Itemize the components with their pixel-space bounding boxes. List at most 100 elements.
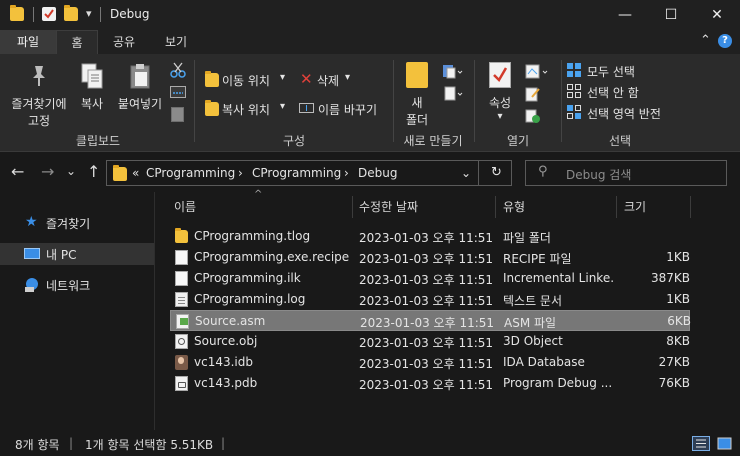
breadcrumb-separator-icon: › xyxy=(238,166,243,180)
navigation-pane: ★ 즐겨찾기 내 PC 네트워크 xyxy=(0,192,155,430)
address-dropdown-icon[interactable]: ⌄ xyxy=(461,166,471,180)
search-box[interactable]: ⚲ Debug 검색 xyxy=(525,160,727,186)
easy-access-button[interactable] xyxy=(442,86,464,102)
copy-folder-icon xyxy=(205,100,219,116)
title-bar: ▾ Debug — ☐ ✕ xyxy=(0,0,740,30)
invert-selection-button[interactable]: 선택 영역 반전 xyxy=(567,104,735,122)
pin-to-quick-access-button[interactable]: 즐겨찾기에 고정 xyxy=(6,62,72,129)
file-row[interactable]: Source.obj 2023-01-03 오후 11:51 3D Object… xyxy=(170,331,690,352)
move-folder-icon xyxy=(205,71,219,87)
properties-dropdown-icon: ▾ xyxy=(497,111,503,122)
recent-locations-icon[interactable]: ⌄ xyxy=(66,164,76,178)
edit-button[interactable] xyxy=(525,86,541,102)
file-date: 2023-01-03 오후 11:51 xyxy=(359,294,494,308)
file-row-selected[interactable]: Source.asm 2023-01-03 오후 11:51 ASM 파일 6K… xyxy=(170,310,691,331)
breadcrumb-item[interactable]: Debug xyxy=(358,166,397,180)
clipboard-group-label: 클립보드 xyxy=(75,134,121,148)
column-divider[interactable] xyxy=(690,196,691,218)
column-header-date[interactable]: 수정한 날짜 xyxy=(359,198,418,215)
tab-view[interactable]: 보기 xyxy=(150,30,202,54)
file-row[interactable]: CProgramming.tlog 2023-01-03 오후 11:51 파일… xyxy=(170,226,690,247)
breadcrumb-item[interactable]: CProgramming xyxy=(146,166,235,180)
status-divider: | xyxy=(221,436,226,450)
new-item-icon xyxy=(443,65,463,79)
large-icons-view-icon[interactable] xyxy=(716,436,734,451)
search-placeholder: Debug 검색 xyxy=(566,168,632,182)
tab-home[interactable]: 홈 xyxy=(56,30,98,54)
properties-check-icon[interactable] xyxy=(42,7,56,21)
rename-label: 이름 바꾸기 xyxy=(318,103,378,117)
back-arrow-icon[interactable]: ← xyxy=(11,162,24,181)
file-size: 27KB xyxy=(658,355,690,369)
delete-x-icon: ✕ xyxy=(300,70,313,88)
new-item-button[interactable] xyxy=(442,64,464,80)
column-divider[interactable] xyxy=(616,196,617,218)
new-folder-label-line2: 폴더 xyxy=(405,113,429,127)
file-date: 2023-01-03 오후 11:51 xyxy=(359,252,494,266)
paste-shortcut-icon[interactable] xyxy=(171,107,184,122)
breadcrumb-separator-icon: › xyxy=(344,166,349,180)
new-folder-button[interactable]: 새 폴더 xyxy=(400,62,434,128)
pin-label-line1: 즐겨찾기에 xyxy=(11,97,67,111)
column-divider[interactable] xyxy=(352,196,353,218)
history-button[interactable] xyxy=(525,108,541,124)
copy-path-icon[interactable] xyxy=(170,86,186,98)
tab-share[interactable]: 공유 xyxy=(98,30,150,54)
collapse-ribbon-icon[interactable]: ⌃ xyxy=(700,33,711,48)
breadcrumb-item[interactable]: CProgramming xyxy=(252,166,341,180)
tab-file[interactable]: 파일 xyxy=(0,30,56,54)
address-bar[interactable]: « CProgramming › CProgramming › Debug ⌄ … xyxy=(106,160,512,186)
up-arrow-icon[interactable]: ↑ xyxy=(87,162,100,181)
file-row[interactable]: vc143.idb 2023-01-03 오후 11:51 IDA Databa… xyxy=(170,352,690,373)
help-icon[interactable]: ? xyxy=(718,34,732,48)
forward-arrow-icon[interactable]: → xyxy=(41,162,54,181)
delete-button[interactable]: ✕ 삭제 ▾ xyxy=(298,70,358,90)
column-divider[interactable] xyxy=(495,196,496,218)
column-header-size[interactable]: 크기 xyxy=(624,198,646,215)
file-row[interactable]: vc143.pdb 2023-01-03 오후 11:51 Program De… xyxy=(170,373,690,394)
select-none-button[interactable]: 선택 안 함 xyxy=(567,83,735,101)
nav-item-quick-access[interactable]: ★ 즐겨찾기 xyxy=(0,212,154,234)
details-view-icon[interactable] xyxy=(692,436,710,451)
file-row[interactable]: CProgramming.exe.recipe 2023-01-03 오후 11… xyxy=(170,247,690,268)
nav-item-network[interactable]: 네트워크 xyxy=(0,274,154,296)
ida-file-icon xyxy=(175,355,188,370)
invert-selection-icon xyxy=(567,105,581,119)
file-date: 2023-01-03 오후 11:51 xyxy=(359,378,494,392)
copy-button[interactable]: 복사 xyxy=(74,62,110,112)
rename-button[interactable]: 이름 바꾸기 xyxy=(298,99,388,119)
group-divider xyxy=(194,60,195,142)
copy-to-button[interactable]: 복사 위치 ▾ xyxy=(203,99,291,119)
maximize-button[interactable]: ☐ xyxy=(648,0,694,30)
text-file-icon xyxy=(175,292,188,307)
file-name: vc143.idb xyxy=(194,355,253,369)
column-header-name[interactable]: 이름 xyxy=(174,198,196,215)
quick-access-dropdown-icon[interactable]: ▾ xyxy=(86,7,92,20)
breadcrumb-overflow-icon[interactable]: « xyxy=(132,166,139,180)
easy-access-icon xyxy=(444,86,463,101)
file-row[interactable]: CProgramming.ilk 2023-01-03 오후 11:51 Inc… xyxy=(170,268,690,289)
select-all-button[interactable]: 모두 선택 xyxy=(567,62,735,80)
file-type: Program Debug ... xyxy=(503,376,613,390)
divider xyxy=(478,161,479,185)
file-row[interactable]: CProgramming.log 2023-01-03 오후 11:51 텍스트… xyxy=(170,289,690,310)
pin-icon xyxy=(33,66,45,86)
column-header-type[interactable]: 유형 xyxy=(503,198,525,215)
open-button[interactable] xyxy=(525,64,551,80)
properties-button[interactable]: 속성 ▾ xyxy=(482,62,518,122)
refresh-icon[interactable]: ↻ xyxy=(491,165,502,180)
paste-button[interactable]: 붙여넣기 xyxy=(114,62,166,112)
new-folder-icon[interactable] xyxy=(64,5,78,21)
nav-item-label: 네트워크 xyxy=(46,279,91,293)
file-type: Incremental Linke... xyxy=(503,271,615,285)
star-icon: ★ xyxy=(25,214,38,230)
nav-item-this-pc[interactable]: 내 PC xyxy=(0,243,154,265)
file-type: IDA Database xyxy=(503,355,585,369)
move-to-button[interactable]: 이동 위치 ▾ xyxy=(203,70,291,90)
minimize-button[interactable]: — xyxy=(602,0,648,30)
cut-icon[interactable] xyxy=(170,62,186,78)
folder-icon xyxy=(175,228,188,243)
new-folder-label-line1: 새 xyxy=(411,96,423,110)
paste-icon xyxy=(130,64,150,89)
close-button[interactable]: ✕ xyxy=(694,0,740,30)
